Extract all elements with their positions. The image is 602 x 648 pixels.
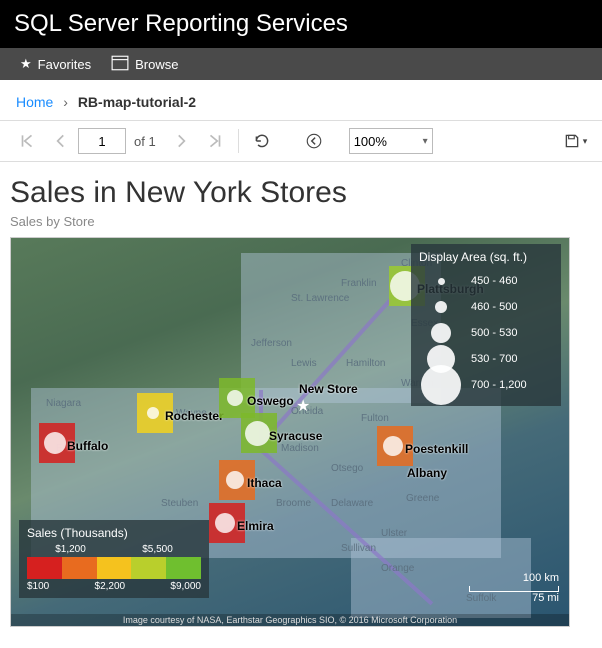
legend-color-cell — [166, 557, 201, 579]
chevron-down-icon: ▾ — [423, 136, 428, 147]
zoom-select[interactable]: 100% ▾ — [349, 128, 433, 154]
legend-size-title: Display Area (sq. ft.) — [419, 250, 553, 264]
nav-bar: ★ Favorites Browse — [0, 48, 602, 80]
legend-size-row: 700 - 1,200 — [419, 372, 553, 398]
prev-page-button[interactable] — [44, 126, 78, 156]
legend-color-cell — [62, 557, 97, 579]
legend-bubble-icon — [438, 278, 445, 285]
app-title: SQL Server Reporting Services — [14, 10, 348, 37]
store-bubble — [147, 407, 159, 419]
legend-bubble-icon — [421, 365, 461, 405]
legend-size-row: 500 - 530 — [419, 320, 553, 346]
report-title: Sales in New York Stores — [0, 162, 602, 214]
legend-color-label: $2,200 — [95, 581, 126, 592]
nav-browse-label: Browse — [135, 57, 178, 72]
legend-size-label: 460 - 500 — [471, 301, 517, 313]
map-viewport[interactable]: ClintonFranklinSt. LawrenceJeffersonEsse… — [10, 237, 570, 627]
report-toolbar: of 1 100% ▾ ▾ — [0, 120, 602, 162]
legend-color: Sales (Thousands) $1,200 $5,500 $100 $2,20… — [19, 520, 209, 598]
store-bubble — [227, 390, 243, 406]
nav-favorites[interactable]: ★ Favorites — [10, 48, 101, 80]
legend-color-label: $5,500 — [142, 544, 173, 555]
page-number-input[interactable] — [78, 128, 126, 154]
breadcrumb-current: RB-map-tutorial-2 — [78, 94, 196, 110]
legend-color-label: $1,200 — [55, 544, 86, 555]
back-button[interactable] — [297, 126, 331, 156]
legend-bubble-icon — [431, 323, 451, 343]
store-bubble — [226, 471, 244, 489]
zoom-value: 100% — [354, 134, 387, 149]
legend-color-cell — [27, 557, 62, 579]
legend-color-label: $9,000 — [170, 581, 201, 592]
legend-color-label: $100 — [27, 581, 49, 592]
legend-size-label: 530 - 700 — [471, 353, 517, 365]
legend-bubble-icon — [435, 301, 447, 313]
breadcrumb: Home › RB-map-tutorial-2 — [0, 80, 602, 120]
legend-color-cell — [131, 557, 166, 579]
legend-size: Display Area (sq. ft.) 450 - 460 460 - 50… — [411, 244, 561, 406]
chevron-down-icon: ▾ — [583, 136, 588, 147]
legend-size-row: 460 - 500 — [419, 294, 553, 320]
first-page-button[interactable] — [10, 126, 44, 156]
store-bubble — [215, 513, 235, 533]
app-header: SQL Server Reporting Services — [0, 0, 602, 48]
store-bubble — [44, 432, 66, 454]
legend-size-label: 500 - 530 — [471, 327, 517, 339]
legend-color-title: Sales (Thousands) — [27, 526, 201, 540]
star-icon: ★ — [20, 56, 32, 72]
legend-color-cell — [97, 557, 132, 579]
store-bubble — [383, 436, 403, 456]
refresh-button[interactable] — [245, 126, 279, 156]
browse-icon — [111, 54, 129, 75]
page-of-label: of 1 — [134, 134, 156, 149]
breadcrumb-home[interactable]: Home — [16, 94, 53, 110]
store-bubble — [245, 421, 270, 446]
next-page-button[interactable] — [164, 126, 198, 156]
nav-browse[interactable]: Browse — [101, 48, 188, 80]
new-store-marker: ★ — [296, 396, 310, 416]
map-scale: 100 km 75 mi — [469, 572, 559, 604]
save-button[interactable]: ▾ — [558, 126, 592, 156]
breadcrumb-sep: › — [63, 94, 68, 110]
nav-favorites-label: Favorites — [38, 57, 91, 72]
last-page-button[interactable] — [198, 126, 232, 156]
legend-size-label: 700 - 1,200 — [471, 379, 527, 391]
report-subtitle: Sales by Store — [0, 214, 602, 233]
legend-size-label: 450 - 460 — [471, 275, 517, 287]
map-attribution: Image courtesy of NASA, Earthstar Geogra… — [11, 614, 569, 626]
legend-size-row: 450 - 460 — [419, 268, 553, 294]
